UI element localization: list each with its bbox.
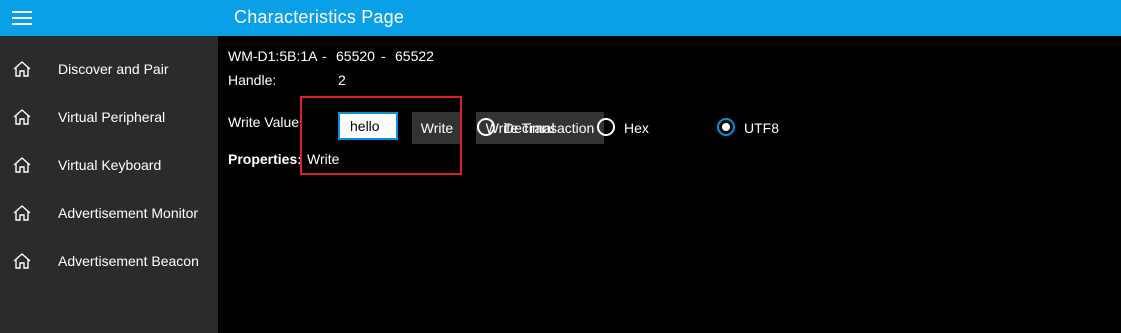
sidebar-item-advertisement-beacon[interactable]: Advertisement Beacon: [0, 237, 218, 285]
radio-decimal-label: Decimal: [504, 120, 555, 136]
radio-utf8[interactable]: [717, 118, 735, 136]
radio-hex-label: Hex: [624, 120, 649, 136]
radio-decimal[interactable]: [477, 118, 495, 136]
sidebar-item-advertisement-monitor[interactable]: Advertisement Monitor: [0, 189, 218, 237]
service-id: 65520: [336, 48, 375, 64]
sidebar-item-virtual-peripheral[interactable]: Virtual Peripheral: [0, 93, 218, 141]
radio-utf8-label: UTF8: [744, 120, 779, 136]
write-value-input[interactable]: [338, 112, 398, 140]
home-icon: [11, 106, 33, 128]
home-icon: [11, 202, 33, 224]
main-content: [218, 36, 1121, 333]
hamburger-icon[interactable]: [0, 0, 44, 36]
characteristic-id: 65522: [395, 48, 434, 64]
sidebar-item-label: Virtual Keyboard: [58, 157, 162, 173]
sidebar: Discover and Pair Virtual Peripheral Vir…: [0, 36, 218, 333]
sidebar-item-label: Advertisement Beacon: [58, 253, 199, 269]
separator: -: [322, 48, 327, 64]
sidebar-item-label: Discover and Pair: [58, 61, 169, 77]
separator: -: [381, 48, 386, 64]
write-button[interactable]: Write: [412, 112, 462, 144]
properties-value: Write: [307, 151, 340, 167]
sidebar-item-label: Advertisement Monitor: [58, 205, 199, 221]
write-value-label: Write Value: [228, 114, 300, 130]
sidebar-item-discover-and-pair[interactable]: Discover and Pair: [0, 45, 218, 93]
title-bar: Characteristics Page: [0, 0, 1121, 36]
handle-value: 2: [338, 72, 346, 88]
home-icon: [11, 250, 33, 272]
home-icon: [11, 58, 33, 80]
device-id: WM-D1:5B:1A: [228, 48, 318, 64]
sidebar-item-virtual-keyboard[interactable]: Virtual Keyboard: [0, 141, 218, 189]
home-icon: [11, 154, 33, 176]
properties-label: Properties:: [228, 151, 302, 167]
handle-label: Handle:: [228, 72, 277, 88]
radio-hex[interactable]: [597, 118, 615, 136]
page-title: Characteristics Page: [234, 7, 405, 27]
sidebar-item-label: Virtual Peripheral: [58, 109, 166, 125]
